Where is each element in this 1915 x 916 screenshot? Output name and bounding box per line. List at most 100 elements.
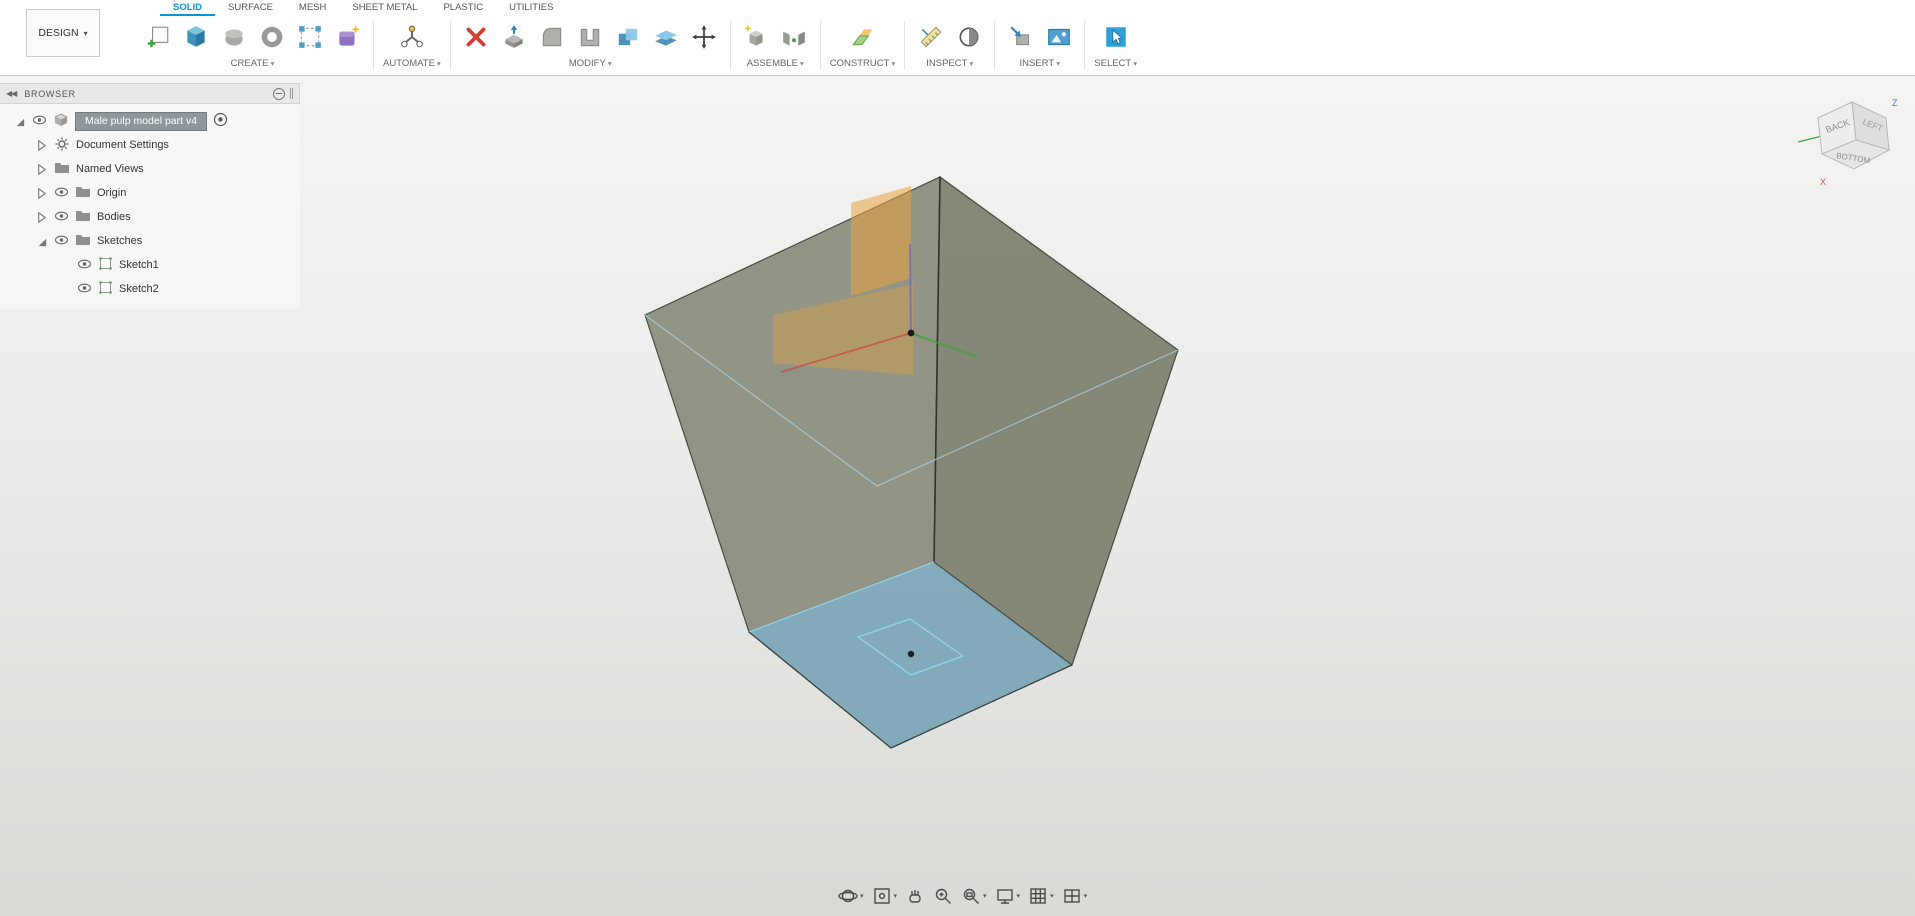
tree-row-sketch1[interactable]: Sketch1 (0, 253, 300, 277)
browser-title: BROWSER (24, 88, 76, 99)
rectangular-pattern-icon[interactable] (293, 20, 326, 54)
assemble-menu[interactable]: ASSEMBLE (747, 57, 804, 75)
pan-icon[interactable] (905, 886, 925, 906)
insert-derive-icon[interactable] (1004, 20, 1037, 54)
tree-row-sketches[interactable]: Sketches (0, 229, 300, 253)
group-create: CREATE (132, 16, 373, 75)
create-menu[interactable]: CREATE (231, 57, 275, 75)
joint-icon[interactable] (778, 20, 811, 54)
scripts-addins-icon[interactable] (395, 20, 428, 54)
delete-icon[interactable] (460, 20, 493, 54)
collapse-triangle-icon[interactable] (34, 139, 48, 152)
tab-solid[interactable]: SOLID (160, 0, 216, 16)
tree-row-document-settings[interactable]: Document Settings (0, 133, 300, 157)
group-insert: INSERT (995, 16, 1084, 75)
sketch-icon (98, 256, 113, 274)
press-pull-icon[interactable] (498, 20, 531, 54)
dropdown-caret-icon[interactable]: ▾ (1017, 892, 1021, 900)
section-analysis-icon[interactable] (952, 20, 985, 54)
fillet-icon[interactable] (536, 20, 569, 54)
dropdown-caret-icon[interactable]: ▾ (983, 892, 987, 900)
visibility-eye-icon[interactable] (32, 114, 47, 129)
visibility-eye-icon[interactable] (54, 210, 69, 225)
display-settings-icon[interactable]: ▾ (995, 886, 1021, 906)
group-automate: AUTOMATE (374, 16, 450, 75)
inspect-menu[interactable]: INSPECT (926, 57, 973, 75)
tree-item-label: Sketch1 (119, 259, 159, 271)
group-construct: CONSTRUCT (821, 16, 905, 75)
tree-item-label: Origin (97, 187, 127, 199)
revolve-icon[interactable] (217, 20, 250, 54)
collapse-triangle-icon[interactable] (34, 187, 48, 200)
collapse-triangle-icon[interactable] (34, 211, 48, 224)
expand-triangle-icon[interactable] (12, 115, 26, 128)
orbit-icon[interactable]: ▾ (838, 886, 864, 906)
collapse-triangle-icon[interactable] (34, 163, 48, 176)
canvas-icon[interactable] (1042, 20, 1075, 54)
dropdown-caret-icon[interactable]: ▾ (860, 892, 864, 900)
dropdown-caret-icon[interactable]: ▾ (1084, 892, 1088, 900)
browser-tree: Male pulp model part v4 Document Setting… (0, 104, 300, 309)
measure-icon[interactable] (914, 20, 947, 54)
tab-utilities[interactable]: UTILITIES (496, 0, 566, 16)
tree-row-named-views[interactable]: Named Views (0, 157, 300, 181)
dropdown-caret-icon[interactable]: ▾ (1050, 892, 1054, 900)
tab-sheet-metal[interactable]: SHEET METAL (339, 0, 430, 16)
viewport-3d[interactable]: BACK LEFT BOTTOM Z X ◀◀ BROWSER Male pul… (0, 76, 1915, 916)
shell-icon[interactable] (574, 20, 607, 54)
look-at-icon[interactable]: ▾ (872, 886, 898, 906)
folder-icon (75, 185, 91, 201)
tree-item-label: Document Settings (76, 139, 169, 151)
activate-radio-icon[interactable] (213, 112, 228, 130)
tree-row-bodies[interactable]: Bodies (0, 205, 300, 229)
tab-surface[interactable]: SURFACE (215, 0, 286, 16)
construction-plane-icon[interactable] (846, 20, 879, 54)
create-sketch-icon[interactable] (141, 20, 174, 54)
tree-row-origin[interactable]: Origin (0, 181, 300, 205)
root-component-label[interactable]: Male pulp model part v4 (75, 111, 208, 131)
visibility-eye-icon[interactable] (77, 282, 92, 297)
sweep-icon[interactable] (255, 20, 288, 54)
view-cube[interactable]: BACK LEFT BOTTOM Z X (1794, 90, 1909, 205)
insert-menu[interactable]: INSERT (1020, 57, 1061, 75)
offset-face-icon[interactable] (650, 20, 683, 54)
tree-item-label: Bodies (97, 211, 131, 223)
select-icon[interactable] (1099, 20, 1132, 54)
group-modify: MODIFY (451, 16, 730, 75)
gear-icon (54, 136, 70, 155)
create-form-icon[interactable] (331, 20, 364, 54)
tab-plastic[interactable]: PLASTIC (430, 0, 496, 16)
zoom-icon[interactable] (933, 886, 953, 906)
select-menu[interactable]: SELECT (1094, 57, 1137, 75)
expand-triangle-icon[interactable] (34, 235, 48, 248)
tree-row-sketch2[interactable]: Sketch2 (0, 277, 300, 301)
tab-mesh[interactable]: MESH (286, 0, 339, 16)
viewports-icon[interactable]: ▾ (1062, 886, 1088, 906)
group-assemble: ASSEMBLE (731, 16, 820, 75)
viewcube-axis-x: X (1820, 177, 1826, 187)
visibility-eye-icon[interactable] (77, 258, 92, 273)
browser-minimize-icon[interactable] (273, 87, 285, 100)
grid-and-snaps-icon[interactable]: ▾ (1028, 886, 1054, 906)
tree-row-root-component[interactable]: Male pulp model part v4 (0, 109, 300, 133)
group-inspect: INSPECT (905, 16, 994, 75)
modify-menu[interactable]: MODIFY (569, 57, 612, 75)
viewcube-axis-z: Z (1892, 98, 1898, 108)
combine-icon[interactable] (612, 20, 645, 54)
zoom-window-icon[interactable]: ▾ (961, 886, 987, 906)
dropdown-caret-icon[interactable]: ▾ (894, 892, 898, 900)
browser-drag-handle[interactable] (290, 88, 293, 99)
view-navigation-bar: ▾ ▾ ▾ ▾ ▾ ▾ (838, 886, 1087, 906)
move-copy-icon[interactable] (688, 20, 721, 54)
browser-header[interactable]: ◀◀ BROWSER (0, 83, 300, 104)
browser-collapse-icon[interactable]: ◀◀ (6, 89, 17, 98)
folder-icon (75, 233, 91, 249)
construct-menu[interactable]: CONSTRUCT (830, 57, 896, 75)
automate-menu[interactable]: AUTOMATE (383, 57, 441, 75)
new-component-icon[interactable] (740, 20, 773, 54)
workspace-menu-button[interactable]: DESIGN (26, 9, 100, 57)
visibility-eye-icon[interactable] (54, 186, 69, 201)
sketch-center-point (907, 650, 915, 658)
visibility-eye-icon[interactable] (54, 234, 69, 249)
extrude-icon[interactable] (179, 20, 212, 54)
